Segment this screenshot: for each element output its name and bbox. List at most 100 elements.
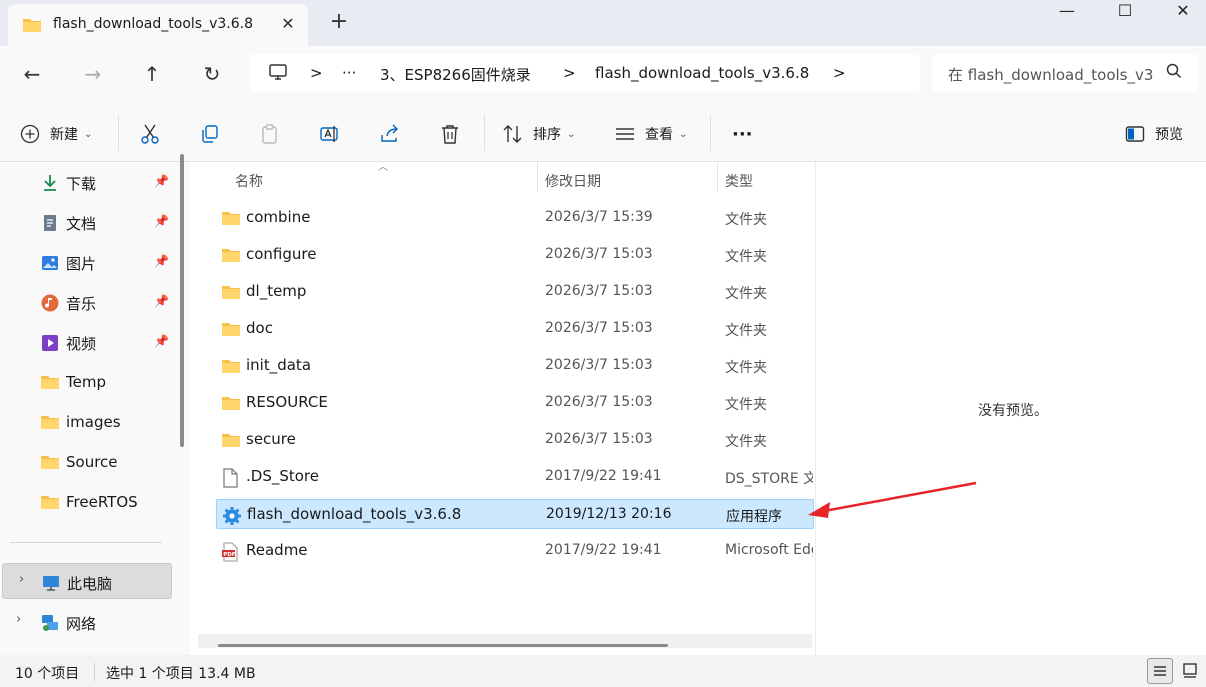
file-row[interactable]: doc 2026/3/7 15:03 文件夹 (216, 314, 814, 344)
sidebar-item-label: Temp (66, 373, 106, 391)
preview-pane: 没有预览。 (815, 162, 1206, 655)
sidebar-item-pictures[interactable]: 图片 📌 (0, 244, 175, 280)
file-name: flash_download_tools_v3.6.8 (247, 505, 462, 523)
computer-icon[interactable] (268, 62, 288, 86)
preview-pane-button[interactable]: 预览 (1125, 120, 1183, 148)
share-button[interactable] (379, 120, 401, 148)
cut-button[interactable] (139, 120, 161, 148)
sidebar-item-label: 网络 (66, 615, 97, 633)
tab-active[interactable]: flash_download_tools_v3.6.8 ✕ (8, 4, 308, 46)
view-button[interactable]: 查看 ⌄ (614, 120, 687, 148)
column-divider[interactable] (537, 162, 538, 192)
file-row[interactable]: secure 2026/3/7 15:03 文件夹 (216, 425, 814, 455)
file-row[interactable]: configure 2026/3/7 15:03 文件夹 (216, 240, 814, 270)
chevron-down-icon: ⌄ (84, 128, 93, 140)
file-date: 2017/9/22 19:41 (545, 468, 662, 484)
breadcrumb-overflow[interactable]: ··· (342, 64, 356, 82)
address-row: ← → ↑ ↻ > ··· 3、ESP8266固件烧录 > flash_down… (0, 46, 1206, 103)
sidebar-item-source[interactable]: Source (0, 444, 175, 480)
maximize-button[interactable]: ☐ (1096, 0, 1154, 24)
search-placeholder: 在 flash_download_tools_v3.6.8 中搜索 (948, 66, 1153, 84)
breadcrumb-item-firmware[interactable]: 3、ESP8266固件烧录 (380, 64, 531, 85)
trash-icon (442, 125, 458, 144)
sidebar-item-this-pc[interactable]: › 此电脑 (2, 563, 172, 599)
file-row[interactable]: combine 2026/3/7 15:39 文件夹 (216, 203, 814, 233)
file-row[interactable]: .DS_Store 2017/9/22 19:41 DS_STORE 文件 (216, 462, 814, 492)
preview-pane-icon (1125, 126, 1145, 142)
tab-title: flash_download_tools_v3.6.8 (53, 16, 253, 32)
breadcrumb-separator[interactable]: > (833, 64, 846, 82)
file-date: 2019/12/13 20:16 (546, 506, 672, 522)
search-input[interactable]: 在 flash_download_tools_v3.6.8 中搜索 (932, 54, 1198, 92)
file-row-selected[interactable]: flash_download_tools_v3.6.8 2019/12/13 2… (216, 499, 814, 529)
tiles-view-button[interactable] (1178, 658, 1204, 684)
column-header-type[interactable]: 类型 (725, 171, 753, 191)
new-button-label: 新建 (50, 127, 78, 143)
sort-button[interactable]: 排序 ⌄ (502, 120, 575, 148)
search-icon[interactable] (1166, 63, 1182, 83)
breadcrumb-separator[interactable]: > (563, 64, 576, 82)
more-options-button[interactable]: ··· (732, 120, 753, 148)
delete-button[interactable] (439, 120, 461, 148)
sidebar-item-music[interactable]: 音乐 📌 (0, 284, 175, 320)
sidebar-item-documents[interactable]: 文档 📌 (0, 204, 175, 240)
sidebar-item-images[interactable]: images (0, 404, 175, 440)
pin-icon[interactable]: 📌 (154, 174, 169, 188)
folder-icon (221, 394, 241, 416)
folder-icon (221, 283, 241, 305)
annotation-arrow (808, 481, 977, 518)
address-bar[interactable]: > ··· 3、ESP8266固件烧录 > flash_download_too… (250, 54, 920, 92)
file-name: secure (246, 430, 296, 448)
status-bar: 10 个项目 选中 1 个项目 13.4 MB (0, 655, 1206, 687)
pin-icon[interactable]: 📌 (154, 254, 169, 268)
forward-button[interactable]: → (78, 60, 108, 90)
file-type: 文件夹 (725, 286, 767, 302)
breadcrumb-item-current[interactable]: flash_download_tools_v3.6.8 (595, 64, 809, 82)
computer-icon (41, 573, 61, 593)
pin-icon[interactable]: 📌 (154, 214, 169, 228)
file-name: configure (246, 245, 317, 263)
file-row[interactable]: PDF Readme 2017/9/22 19:41 Microsoft Edg… (216, 536, 814, 566)
rename-button[interactable] (319, 120, 341, 148)
details-view-button[interactable] (1147, 658, 1173, 684)
breadcrumb-separator[interactable]: > (310, 64, 323, 82)
sort-icon (503, 125, 522, 143)
refresh-button[interactable]: ↻ (197, 60, 227, 90)
chevron-right-icon[interactable]: › (16, 612, 21, 627)
new-tab-button[interactable]: + (326, 10, 352, 36)
horizontal-scrollbar[interactable] (218, 644, 668, 647)
sidebar-item-videos[interactable]: 视频 📌 (0, 324, 175, 360)
file-type: Microsoft Edge PDF Document (725, 542, 813, 558)
toolbar-divider (118, 115, 119, 151)
rename-icon (320, 126, 338, 142)
sidebar-item-label: Source (66, 453, 118, 471)
column-header-name[interactable]: 名称 (235, 171, 263, 191)
file-date: 2026/3/7 15:03 (545, 246, 653, 262)
sidebar-item-network[interactable]: › 网络 (0, 604, 175, 640)
paste-button[interactable] (259, 120, 281, 148)
pin-icon[interactable]: 📌 (154, 334, 169, 348)
column-divider[interactable] (717, 162, 718, 192)
file-name: dl_temp (246, 282, 307, 300)
file-row[interactable]: init_data 2026/3/7 15:03 文件夹 (216, 351, 814, 381)
scissors-icon (141, 124, 159, 144)
pin-icon[interactable]: 📌 (154, 294, 169, 308)
file-row[interactable]: dl_temp 2026/3/7 15:03 文件夹 (216, 277, 814, 307)
chevron-right-icon[interactable]: › (19, 572, 24, 587)
close-window-button[interactable]: ✕ (1154, 0, 1206, 24)
sidebar-item-temp[interactable]: Temp (0, 364, 175, 400)
column-header-modified[interactable]: 修改日期 (545, 171, 601, 191)
minimize-button[interactable]: — (1038, 0, 1096, 24)
file-type: 文件夹 (725, 212, 767, 228)
sidebar-scrollbar[interactable] (180, 154, 184, 447)
back-button[interactable]: ← (17, 60, 47, 90)
sidebar-item-downloads[interactable]: 下载 📌 (0, 164, 175, 200)
sidebar-item-freertos[interactable]: FreeRTOS (0, 484, 175, 520)
tab-close-button[interactable]: ✕ (278, 14, 298, 34)
tiles-view-icon (1183, 663, 1197, 678)
new-button[interactable]: 新建 ⌄ (20, 120, 92, 148)
file-row[interactable]: RESOURCE 2026/3/7 15:03 文件夹 (216, 388, 814, 418)
up-button[interactable]: ↑ (137, 60, 167, 90)
copy-button[interactable] (199, 120, 221, 148)
folder-icon (221, 431, 241, 453)
